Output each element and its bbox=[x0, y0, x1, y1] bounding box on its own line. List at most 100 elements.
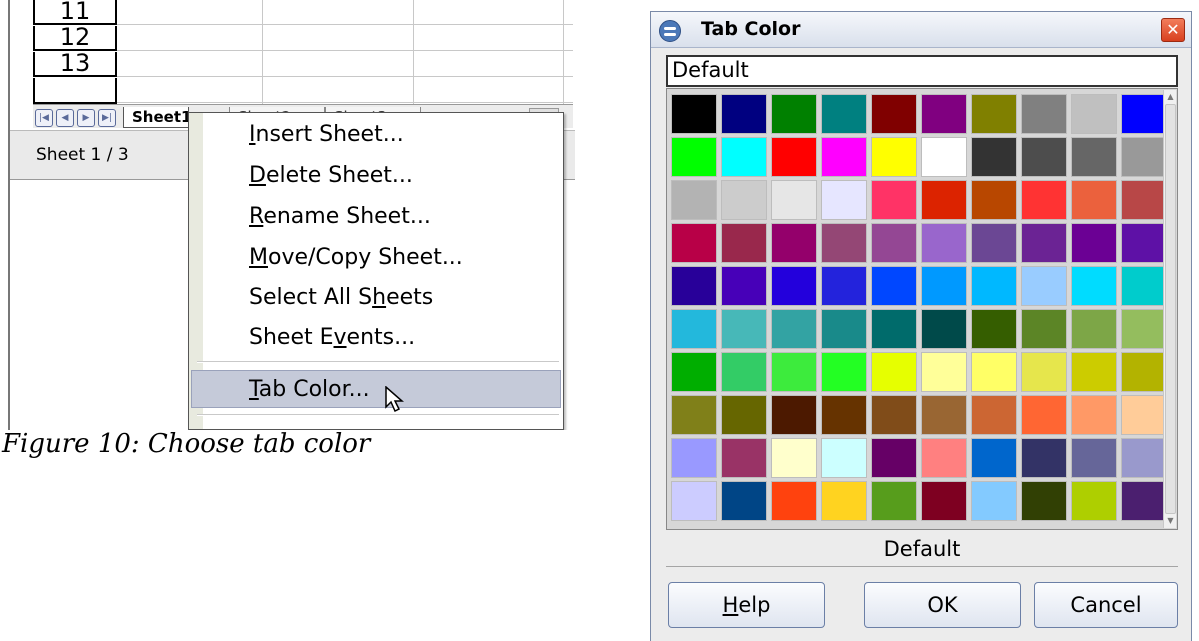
color-swatch[interactable] bbox=[871, 223, 917, 263]
color-swatch[interactable] bbox=[921, 481, 967, 521]
color-swatch[interactable] bbox=[821, 309, 867, 349]
menu-item-insert-sheet[interactable]: Insert Sheet... bbox=[249, 117, 404, 153]
color-swatch[interactable] bbox=[921, 137, 967, 177]
color-swatch[interactable] bbox=[971, 180, 1017, 220]
color-swatch[interactable] bbox=[921, 309, 967, 349]
color-swatch[interactable] bbox=[671, 352, 717, 392]
color-swatch[interactable] bbox=[671, 309, 717, 349]
color-swatch[interactable] bbox=[921, 180, 967, 220]
next-sheet-button[interactable]: ▶ bbox=[77, 109, 95, 127]
row-header-14[interactable] bbox=[33, 78, 117, 104]
color-swatch[interactable] bbox=[871, 395, 917, 435]
color-swatch[interactable] bbox=[1071, 223, 1117, 263]
color-swatch[interactable] bbox=[821, 481, 867, 521]
color-swatch[interactable] bbox=[671, 438, 717, 478]
color-swatch[interactable] bbox=[1071, 438, 1117, 478]
menu-item-delete-sheet[interactable]: Delete Sheet... bbox=[249, 158, 413, 194]
color-swatch[interactable] bbox=[1071, 266, 1117, 306]
color-swatch[interactable] bbox=[971, 438, 1017, 478]
ok-button[interactable]: OK bbox=[864, 582, 1021, 628]
color-swatch[interactable] bbox=[921, 395, 967, 435]
color-swatch[interactable] bbox=[871, 481, 917, 521]
color-swatch[interactable] bbox=[971, 266, 1017, 306]
row-header-11[interactable]: 11 bbox=[33, 0, 117, 25]
last-sheet-button[interactable]: ▶| bbox=[98, 109, 116, 127]
color-swatch[interactable] bbox=[1121, 180, 1167, 220]
color-swatch[interactable] bbox=[671, 223, 717, 263]
color-swatch[interactable] bbox=[1021, 180, 1067, 220]
menu-item-move-copy-sheet[interactable]: Move/Copy Sheet... bbox=[249, 240, 463, 276]
color-swatch[interactable] bbox=[1121, 137, 1167, 177]
color-swatch[interactable] bbox=[771, 395, 817, 435]
color-swatch[interactable] bbox=[771, 94, 817, 134]
color-swatch[interactable] bbox=[721, 137, 767, 177]
color-swatch[interactable] bbox=[1021, 438, 1067, 478]
color-swatch[interactable] bbox=[1121, 223, 1167, 263]
menu-item-tab-color[interactable] bbox=[191, 370, 561, 408]
color-swatch[interactable] bbox=[821, 137, 867, 177]
first-sheet-button[interactable]: |◀ bbox=[35, 109, 53, 127]
color-swatch[interactable] bbox=[671, 395, 717, 435]
color-swatch[interactable] bbox=[721, 309, 767, 349]
color-swatch[interactable] bbox=[721, 481, 767, 521]
color-swatch[interactable] bbox=[1071, 137, 1117, 177]
color-swatch[interactable] bbox=[1021, 395, 1067, 435]
color-swatch[interactable] bbox=[671, 481, 717, 521]
scroll-down-icon[interactable]: ▼ bbox=[1165, 515, 1176, 527]
color-swatch[interactable] bbox=[721, 266, 767, 306]
color-swatch[interactable] bbox=[871, 438, 917, 478]
color-swatch[interactable] bbox=[821, 223, 867, 263]
color-swatch[interactable] bbox=[871, 180, 917, 220]
color-swatch[interactable] bbox=[1121, 395, 1167, 435]
color-swatch[interactable] bbox=[671, 137, 717, 177]
color-swatch[interactable] bbox=[721, 94, 767, 134]
menu-item-rename-sheet[interactable]: Rename Sheet... bbox=[249, 199, 431, 235]
color-swatch[interactable] bbox=[971, 309, 1017, 349]
color-swatch[interactable] bbox=[821, 266, 867, 306]
color-swatch[interactable] bbox=[871, 352, 917, 392]
color-swatch[interactable] bbox=[721, 438, 767, 478]
color-swatch[interactable] bbox=[1021, 137, 1067, 177]
tab-sheet1[interactable]: Sheet1 bbox=[123, 107, 189, 128]
color-name-field[interactable]: Default bbox=[666, 55, 1178, 87]
color-swatch[interactable] bbox=[921, 352, 967, 392]
color-swatch[interactable] bbox=[671, 94, 717, 134]
color-swatch[interactable] bbox=[1121, 309, 1167, 349]
color-swatch[interactable] bbox=[921, 266, 967, 306]
close-button[interactable]: ✕ bbox=[1161, 18, 1185, 42]
color-swatch[interactable] bbox=[821, 395, 867, 435]
prev-sheet-button[interactable]: ◀ bbox=[56, 109, 74, 127]
color-swatch[interactable] bbox=[871, 266, 917, 306]
scroll-thumb[interactable] bbox=[1165, 104, 1176, 514]
color-swatch[interactable] bbox=[1021, 94, 1067, 134]
color-swatch[interactable] bbox=[721, 223, 767, 263]
color-swatch[interactable] bbox=[921, 223, 967, 263]
color-swatch[interactable] bbox=[821, 180, 867, 220]
color-swatch[interactable] bbox=[771, 223, 817, 263]
color-swatch[interactable] bbox=[1121, 266, 1167, 306]
color-swatch[interactable] bbox=[1021, 309, 1067, 349]
color-swatch[interactable] bbox=[1121, 438, 1167, 478]
color-swatch[interactable] bbox=[771, 438, 817, 478]
cancel-button[interactable]: Cancel bbox=[1034, 582, 1178, 628]
color-swatch[interactable] bbox=[971, 94, 1017, 134]
color-swatch[interactable] bbox=[821, 94, 867, 134]
color-swatch[interactable] bbox=[771, 352, 817, 392]
color-swatch[interactable] bbox=[771, 180, 817, 220]
color-swatch[interactable] bbox=[1121, 352, 1167, 392]
color-swatch[interactable] bbox=[1121, 94, 1167, 134]
color-swatch[interactable] bbox=[1121, 481, 1167, 521]
color-swatch[interactable] bbox=[921, 94, 967, 134]
color-swatch[interactable] bbox=[821, 352, 867, 392]
color-swatch[interactable] bbox=[1071, 180, 1117, 220]
color-swatch[interactable] bbox=[671, 180, 717, 220]
color-swatch[interactable] bbox=[971, 223, 1017, 263]
color-swatch[interactable] bbox=[671, 266, 717, 306]
scroll-up-icon[interactable]: ▲ bbox=[1165, 91, 1176, 103]
color-swatch[interactable] bbox=[971, 137, 1017, 177]
menu-item-sheet-events[interactable]: Sheet Events... bbox=[249, 320, 415, 356]
dialog-titlebar[interactable]: Tab Color ✕ bbox=[651, 12, 1191, 48]
palette-scrollbar[interactable]: ▲ ▼ bbox=[1163, 90, 1176, 528]
help-button[interactable]: Help bbox=[668, 582, 825, 628]
color-swatch[interactable] bbox=[1021, 266, 1067, 306]
